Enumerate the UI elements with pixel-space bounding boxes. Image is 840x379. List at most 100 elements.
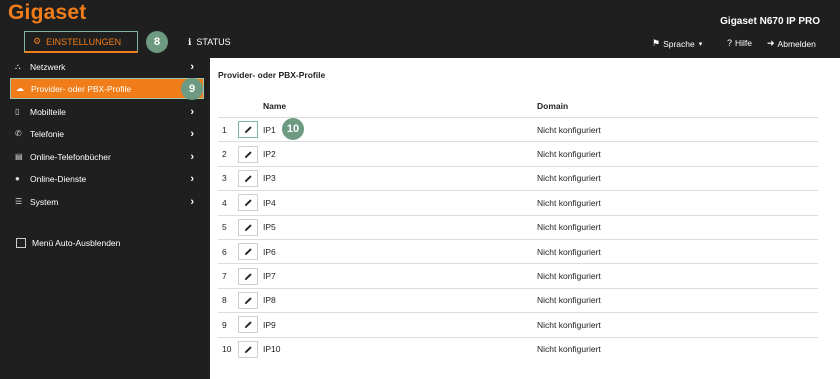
cloud-icon: ☁	[16, 84, 24, 93]
row-number: 7	[222, 271, 227, 282]
sliders-icon: ☰	[15, 197, 23, 206]
row-number: 2	[222, 149, 227, 160]
edit-button[interactable]	[238, 340, 258, 358]
edit-button[interactable]	[238, 291, 258, 309]
pencil-icon	[244, 321, 252, 329]
table-row: 5 IP5 Nicht konfiguriert	[218, 214, 818, 239]
callout-badge-8: 8	[146, 31, 168, 53]
sidebar-item-label: Provider- oder PBX-Profile	[31, 83, 132, 94]
info-icon: ℹ	[188, 36, 192, 47]
edit-button[interactable]	[238, 218, 258, 236]
row-number: 4	[222, 197, 227, 208]
sidebar-item-label: Mobilteile	[30, 106, 66, 117]
edit-button[interactable]	[238, 169, 258, 187]
tab-einstellungen-label: EINSTELLUNGEN	[46, 36, 122, 47]
row-number: 9	[222, 319, 227, 330]
row-number: 8	[222, 295, 227, 306]
sidebar-item-online-telefonbuecher[interactable]: ▤ Online-Telefonbücher ›	[10, 146, 204, 167]
callout-badge-9: 9	[181, 78, 203, 100]
table-row: 10 IP10 Nicht konfiguriert	[218, 336, 818, 361]
edit-button[interactable]	[238, 194, 258, 212]
logout-label: Abmelden	[777, 38, 816, 49]
profile-domain: Nicht konfiguriert	[537, 173, 601, 184]
profile-domain: Nicht konfiguriert	[537, 246, 601, 257]
edit-button[interactable]	[238, 145, 258, 163]
sidebar-item-label: Online-Telefonbücher	[30, 151, 111, 162]
table-row: 2 IP2 Nicht konfiguriert	[218, 141, 818, 165]
main-content: Provider- oder PBX-Profile Name Domain 1…	[210, 58, 840, 379]
pencil-icon	[244, 297, 252, 305]
sidebar-item-system[interactable]: ☰ System ›	[10, 191, 204, 212]
network-icon: ⛬	[15, 61, 21, 71]
logout-link[interactable]: ➜ Abmelden	[767, 38, 816, 49]
globe-icon: ●	[15, 174, 20, 183]
profile-domain: Nicht konfiguriert	[537, 344, 601, 355]
pencil-icon	[244, 150, 252, 158]
column-header-domain: Domain	[537, 101, 569, 111]
profile-domain: Nicht konfiguriert	[537, 319, 601, 330]
help-link[interactable]: ? Hilfe	[727, 38, 752, 48]
profile-domain: Nicht konfiguriert	[537, 271, 601, 282]
sidebar-item-netzwerk[interactable]: ⛬ Netzwerk ›	[10, 56, 204, 77]
table-row: 1 IP1 Nicht konfiguriert	[218, 117, 818, 141]
tab-status[interactable]: ℹ STATUS	[188, 31, 231, 53]
profile-name: IP7	[263, 271, 276, 282]
tab-status-label: STATUS	[196, 37, 231, 47]
pencil-icon	[244, 175, 252, 183]
table-row: 6 IP6 Nicht konfiguriert	[218, 238, 818, 263]
pencil-icon	[244, 272, 252, 280]
gigaset-logo[interactable]: Gigaset	[8, 1, 86, 25]
edit-button[interactable]	[238, 267, 258, 285]
chevron-right-icon: ›	[190, 60, 194, 73]
help-label: Hilfe	[735, 38, 753, 48]
profile-domain: Nicht konfiguriert	[537, 222, 601, 233]
table-row: 3 IP3 Nicht konfiguriert	[218, 165, 818, 190]
sidebar-item-telefonie[interactable]: ✆ Telefonie ›	[10, 123, 204, 144]
table-row: 8 IP8 Nicht konfiguriert	[218, 287, 818, 312]
table-row: 9 IP9 Nicht konfiguriert	[218, 312, 818, 336]
question-icon: ?	[727, 38, 733, 48]
profile-domain: Nicht konfiguriert	[537, 197, 601, 208]
edit-button[interactable]	[238, 316, 258, 334]
phone-icon: ✆	[15, 129, 22, 138]
sidebar-item-mobilteile[interactable]: ▯ Mobilteile ›	[10, 101, 204, 122]
edit-button[interactable]	[238, 121, 258, 139]
profile-domain: Nicht konfiguriert	[537, 295, 601, 306]
pencil-icon	[244, 126, 252, 134]
chevron-down-icon: ▾	[698, 40, 703, 48]
sidebar-item-online-dienste[interactable]: ● Online-Dienste ›	[10, 168, 204, 189]
profile-domain: Nicht konfiguriert	[537, 124, 601, 135]
language-icon: ⚑	[652, 38, 661, 48]
row-number: 1	[222, 124, 227, 135]
menu-autohide-toggle[interactable]: Menü Auto-Ausblenden	[16, 238, 120, 248]
autohide-checkbox[interactable]	[16, 238, 26, 248]
profile-domain: Nicht konfiguriert	[537, 149, 601, 160]
sidebar: ⛬ Netzwerk › ☁ Provider- oder PBX-Profil…	[0, 56, 210, 379]
sidebar-item-label: Online-Dienste	[30, 173, 87, 184]
pencil-icon	[244, 224, 252, 231]
book-icon: ▤	[15, 152, 23, 161]
autohide-label: Menü Auto-Ausblenden	[32, 238, 121, 248]
profile-name: IP4	[263, 197, 276, 208]
product-name: Gigaset N670 IP PRO	[720, 16, 820, 27]
row-number: 3	[222, 173, 227, 184]
row-number: 10	[222, 344, 232, 355]
chevron-right-icon: ›	[190, 105, 194, 118]
language-menu[interactable]: ⚑ Sprache ▾	[652, 38, 702, 49]
pencil-icon	[244, 248, 252, 256]
tab-einstellungen[interactable]: ⚙ EINSTELLUNGEN	[24, 31, 138, 53]
chevron-right-icon: ›	[190, 150, 194, 163]
sidebar-item-label: System	[30, 196, 59, 207]
profile-name: IP1	[263, 124, 276, 135]
profile-name: IP10	[263, 344, 281, 355]
callout-badge-10: 10	[282, 118, 304, 140]
sidebar-item-provider-profile[interactable]: ☁ Provider- oder PBX-Profile	[10, 78, 204, 99]
profile-table: 1 IP1 Nicht konfiguriert 2 IP2 Nicht kon…	[218, 117, 818, 361]
table-row: 4 IP4 Nicht konfiguriert	[218, 190, 818, 214]
language-label: Sprache	[663, 38, 695, 49]
edit-button[interactable]	[238, 243, 258, 261]
profile-name: IP8	[263, 295, 276, 306]
handset-icon: ▯	[15, 107, 20, 116]
profile-name: IP6	[263, 246, 276, 257]
column-header-name: Name	[263, 101, 287, 111]
